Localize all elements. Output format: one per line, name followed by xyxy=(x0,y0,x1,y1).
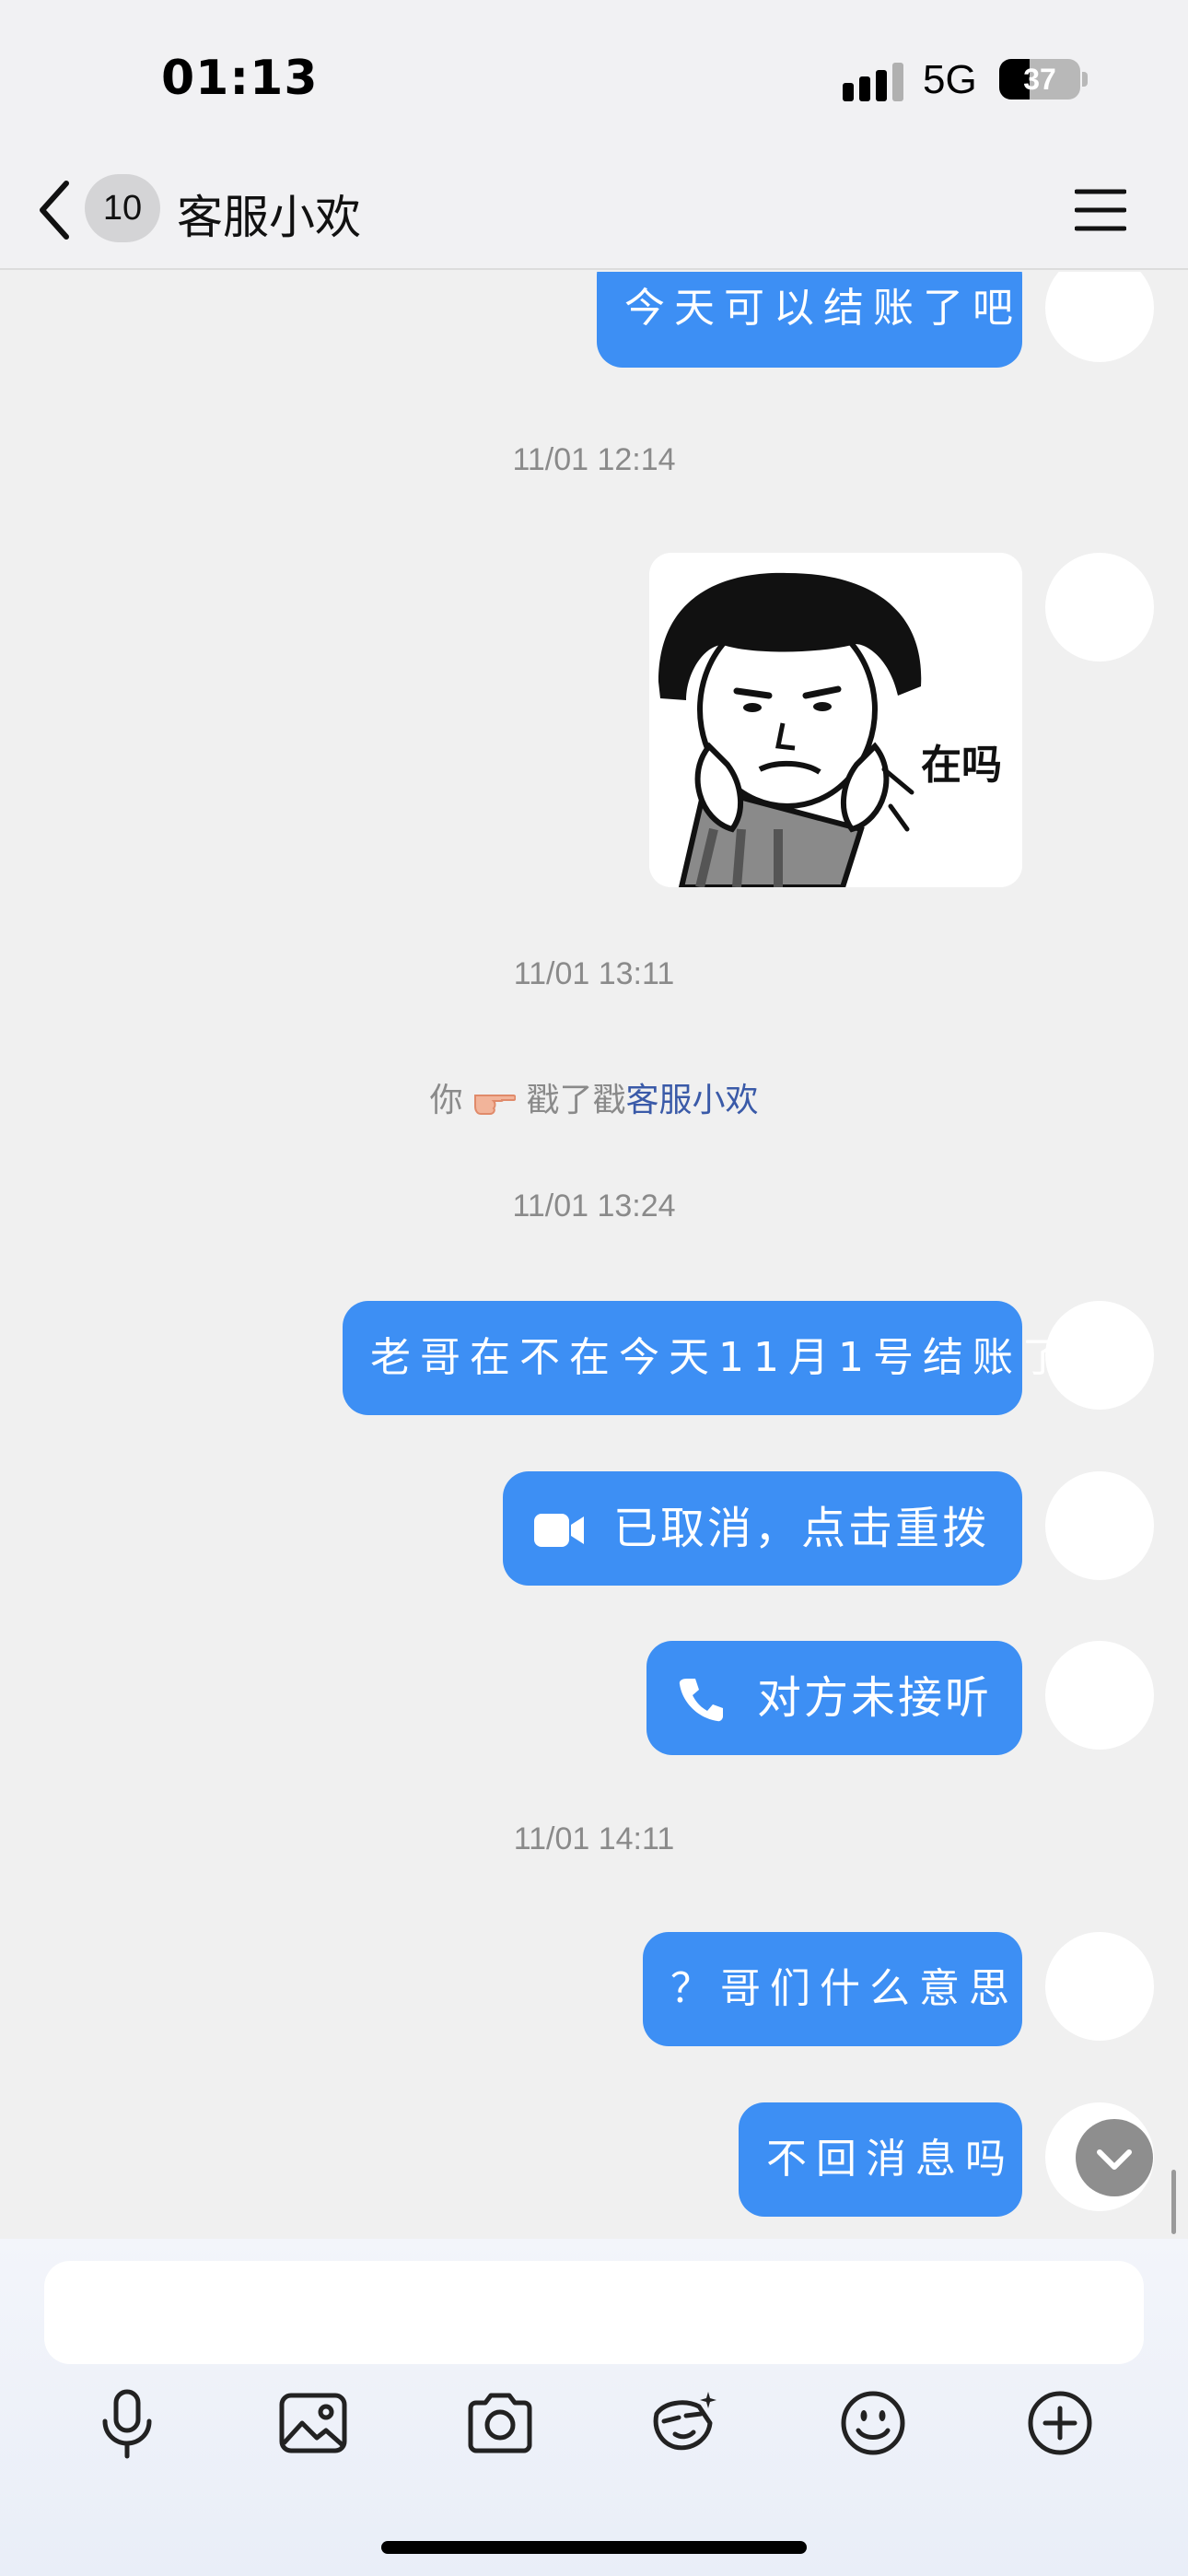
message-timestamp: 11/01 13:24 xyxy=(512,1188,676,1224)
battery-level: 37 xyxy=(1023,63,1056,96)
message-bubble[interactable]: ？哥们什么意思 xyxy=(643,1932,1022,2046)
message-timestamp: 11/01 14:11 xyxy=(513,1821,675,1856)
network-type: 5G xyxy=(923,57,977,102)
poke-notice: 你 戳了戳客服小欢 xyxy=(0,1073,1188,1121)
avatar[interactable] xyxy=(1045,1932,1154,2041)
message-text: 不回消息吗 xyxy=(766,2136,1015,2183)
poke-action: 戳了戳 xyxy=(526,1082,626,1119)
home-indicator[interactable] xyxy=(381,2541,807,2554)
call-status-text: 对方未接听 xyxy=(757,1672,993,1724)
sticker-caption: 在吗 xyxy=(921,742,1002,789)
battery-icon: 37 xyxy=(999,59,1080,100)
unread-count-badge[interactable]: 10 xyxy=(85,174,160,242)
avatar[interactable] xyxy=(1045,553,1154,662)
message-input[interactable] xyxy=(44,2261,1144,2364)
poke-actor: 你 xyxy=(429,1082,463,1119)
pointing-hand-icon xyxy=(473,1095,516,1115)
message-bubble[interactable]: 老哥在不在今天11月1号结账了 xyxy=(343,1301,1063,1415)
plus-icon[interactable] xyxy=(1023,2386,1097,2460)
chat-title: 客服小欢 xyxy=(177,191,361,244)
message-timestamp: 11/01 12:14 xyxy=(512,442,676,477)
microphone-icon[interactable] xyxy=(90,2386,164,2460)
image-icon[interactable] xyxy=(276,2386,350,2460)
message-text: 老哥在不在今天11月1号结账了 xyxy=(370,1334,1072,1381)
emoji-icon[interactable] xyxy=(836,2386,910,2460)
avatar[interactable] xyxy=(1045,1301,1154,1410)
signal-strength-icon xyxy=(843,63,903,101)
battery-tip xyxy=(1082,72,1088,87)
status-time: 01:13 xyxy=(161,51,319,106)
back-chevron-icon[interactable] xyxy=(35,178,76,242)
message-text: ？哥们什么意思 xyxy=(670,1965,1019,2012)
scroll-to-bottom-button[interactable] xyxy=(1076,2119,1153,2196)
composer xyxy=(0,2239,1188,2576)
bowl-cut-meme-sticker: 在吗 xyxy=(649,553,1022,887)
message-timestamp: 11/01 13:11 xyxy=(513,956,675,991)
chat-header: 10 客服小欢 xyxy=(0,147,1188,270)
sticker-message[interactable]: 在吗 xyxy=(649,553,1022,887)
message-bubble[interactable]: 不回消息吗 xyxy=(739,2102,1022,2217)
phone-icon xyxy=(679,1679,723,1722)
camera-icon[interactable] xyxy=(463,2386,537,2460)
video-camera-icon xyxy=(534,1514,584,1547)
video-call-bubble[interactable]: 已取消，点击重拨 xyxy=(503,1471,1022,1586)
avatar[interactable] xyxy=(1045,1641,1154,1750)
scrollbar[interactable] xyxy=(1171,2170,1176,2234)
message-text: 今天可以结账了吧 xyxy=(624,285,1022,332)
chevron-down-icon xyxy=(1097,2149,1132,2170)
message-list[interactable]: 今天可以结账了吧 11/01 12:14 在吗 11/01 13:11 你 戳了… xyxy=(0,272,1188,2239)
poke-target-link[interactable]: 客服小欢 xyxy=(625,1082,758,1119)
avatar[interactable] xyxy=(1045,272,1154,362)
avatar[interactable] xyxy=(1045,1471,1154,1580)
voice-call-bubble[interactable]: 对方未接听 xyxy=(646,1641,1022,1755)
call-status-text: 已取消，点击重拨 xyxy=(613,1503,990,1554)
menu-icon[interactable] xyxy=(1075,188,1126,232)
message-bubble[interactable]: 今天可以结账了吧 xyxy=(597,272,1022,368)
ai-assistant-icon[interactable] xyxy=(647,2386,721,2460)
status-bar: 01:13 5G 37 xyxy=(0,0,1188,147)
